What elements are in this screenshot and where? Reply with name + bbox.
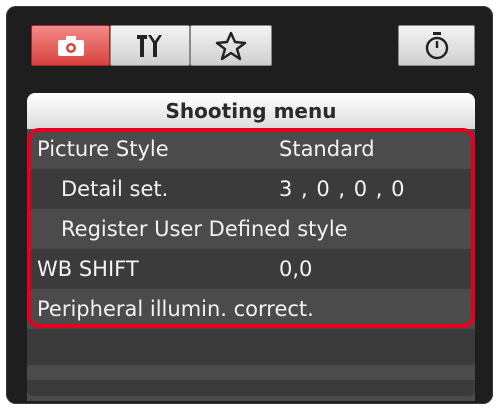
timer-icon (425, 31, 448, 59)
menu-item-peripheral-illumin-correct[interactable]: Peripheral illumin. correct. (27, 289, 475, 329)
tab-timer[interactable] (398, 25, 475, 66)
menu-item-picture-style[interactable]: Picture Style Standard (27, 129, 475, 169)
camera-icon (57, 35, 84, 56)
menu-item-label: Picture Style (37, 137, 169, 161)
menu-item-detail-set[interactable]: Detail set. 3 , 0 , 0 , 0 (27, 169, 475, 209)
menu-list: Picture Style Standard Detail set. 3 , 0… (27, 129, 475, 401)
menu-empty-row (27, 329, 475, 365)
menu-item-value: 0,0 (279, 257, 313, 281)
tab-shooting[interactable] (31, 25, 110, 66)
menu-item-label: Detail set. (61, 177, 169, 201)
menu-item-register-user-defined-style[interactable]: Register User Defined style (27, 209, 475, 249)
menu-title: Shooting menu (27, 93, 475, 129)
tab-my-menu[interactable] (190, 25, 272, 66)
star-icon (215, 31, 247, 60)
menu-item-label: Register User Defined style (61, 217, 348, 241)
menu-item-label: Peripheral illumin. correct. (37, 297, 314, 321)
menu-bottom (27, 380, 475, 396)
tools-icon (137, 34, 162, 57)
tab-setup[interactable] (110, 25, 190, 66)
menu-item-wb-shift[interactable]: WB SHIFT 0,0 (27, 249, 475, 289)
menu-item-value: Standard (279, 137, 375, 161)
menu-item-value: 3 , 0 , 0 , 0 (279, 177, 406, 201)
menu-item-label: WB SHIFT (37, 257, 139, 281)
